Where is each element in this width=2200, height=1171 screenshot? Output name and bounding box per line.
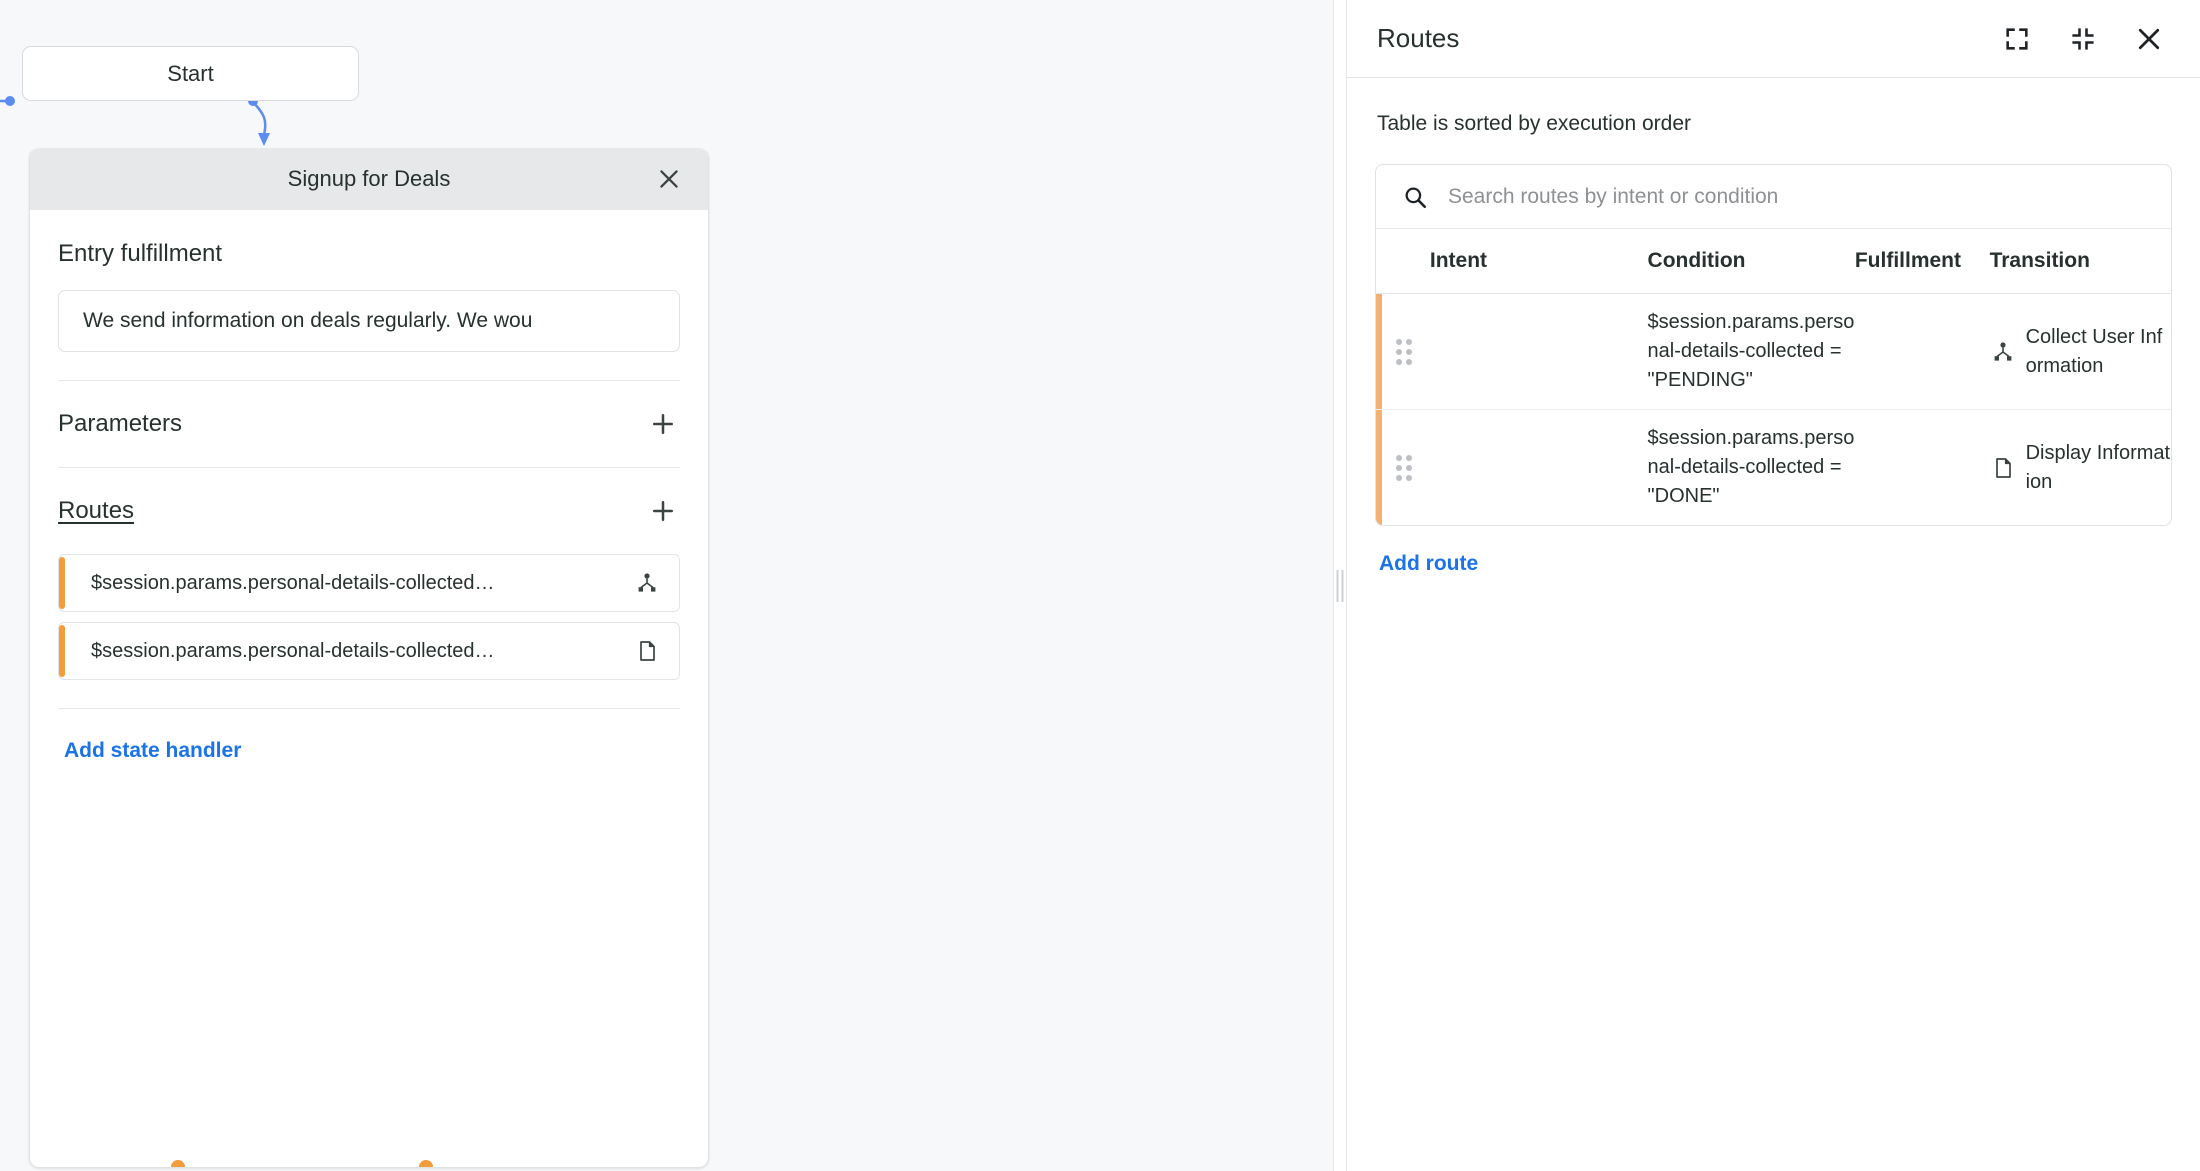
page-node-body: Entry fulfillment Parameters Routes (30, 210, 708, 763)
row-drag-handle-cell (1376, 409, 1430, 526)
cell-condition: $session.params.personal-details-collect… (1647, 293, 1855, 410)
table-row[interactable]: $session.params.personal-details-collect… (1376, 293, 2171, 410)
transition-label: Display Information (2025, 441, 2171, 493)
flow-canvas[interactable]: Start Signup for Deals Entry fulfillment (0, 0, 1333, 1171)
flow-branch-icon (633, 569, 661, 597)
entry-fulfillment-input[interactable] (58, 290, 680, 352)
page-node-card[interactable]: Signup for Deals Entry fulfillment Param… (29, 148, 709, 1168)
routes-table: Intent Condition Fulfillment Transition (1376, 229, 2171, 525)
panel-body: Table is sorted by execution order Searc… (1347, 78, 2200, 1171)
panel-title: Routes (1377, 23, 1460, 53)
transition-label: Collect User Information (2025, 325, 2163, 377)
column-condition: Condition (1647, 229, 1855, 294)
routes-side-panel: Routes Table is sorted by execution orde… (1347, 0, 2200, 1171)
row-drag-handle-cell (1376, 293, 1430, 410)
cell-fulfillment (1855, 410, 1990, 526)
output-handle-dot[interactable] (419, 1160, 433, 1167)
collapse-icon[interactable] (2066, 22, 2100, 56)
routes-table-body: $session.params.personal-details-collect… (1376, 293, 2171, 526)
flow-branch-icon (1990, 339, 2016, 365)
output-handle-dot[interactable] (171, 1160, 185, 1167)
resize-grip-icon (1336, 569, 1344, 602)
entry-fulfillment-label: Entry fulfillment (58, 240, 223, 267)
column-transition: Transition (1989, 229, 2171, 294)
add-state-handler-button[interactable]: Add state handler (64, 739, 241, 763)
add-route-button[interactable]: Add route (1379, 552, 1478, 576)
column-intent: Intent (1429, 229, 1648, 294)
drag-handle-icon[interactable] (1396, 338, 1412, 365)
add-route-row: Add route (1375, 526, 2172, 576)
parameters-label: Parameters (58, 410, 183, 437)
panel-actions (2000, 22, 2166, 56)
routes-table-container: Intent Condition Fulfillment Transition (1375, 164, 2172, 526)
cell-intent (1429, 293, 1648, 410)
table-row[interactable]: $session.params.personal-details-collect… (1376, 409, 2171, 526)
search-row (1376, 165, 2171, 229)
column-fulfillment: Fulfillment (1854, 229, 1990, 294)
route-chip-list: $session.params.personal-details-collect… (30, 554, 708, 680)
column-handle (1376, 229, 1430, 294)
search-icon (1400, 182, 1430, 212)
table-header-row: Intent Condition Fulfillment Transition (1376, 229, 2171, 294)
fullscreen-icon[interactable] (2000, 22, 2034, 56)
routes-label[interactable]: Routes (58, 497, 134, 525)
route-chip-condition: $session.params.personal-details-collect… (91, 571, 495, 594)
entry-fulfillment-field-wrap (30, 268, 708, 352)
cell-intent (1430, 410, 1648, 526)
panel-header: Routes (1347, 0, 2200, 78)
add-route-plus-icon[interactable] (646, 494, 680, 528)
page-title: Signup for Deals (287, 166, 451, 191)
search-input[interactable] (1448, 184, 2147, 209)
add-parameter-plus-icon[interactable] (646, 407, 680, 441)
cell-transition: Display Information (1990, 410, 2171, 526)
page-document-icon (633, 637, 661, 665)
close-icon[interactable] (2132, 22, 2166, 56)
parameters-section-header: Parameters (30, 381, 708, 467)
page-node-header: Signup for Deals (30, 148, 708, 210)
cell-transition: Collect User Information (1989, 293, 2171, 410)
cell-condition: $session.params.personal-details-collect… (1647, 427, 1855, 507)
route-chip[interactable]: $session.params.personal-details-collect… (58, 554, 680, 612)
page-document-icon (1990, 455, 2016, 481)
sort-note: Table is sorted by execution order (1377, 112, 1692, 135)
cell-fulfillment (1854, 293, 1990, 410)
start-node-label: Start (167, 60, 214, 86)
dialogflow-flow-builder: Start Signup for Deals Entry fulfillment (0, 0, 2200, 1171)
routes-section-header: Routes (30, 468, 708, 554)
close-icon[interactable] (654, 164, 684, 194)
route-chip[interactable]: $session.params.personal-details-collect… (58, 622, 680, 680)
add-state-handler-row: Add state handler (30, 709, 708, 763)
node-output-handles (30, 1160, 708, 1167)
start-node[interactable]: Start (22, 46, 359, 101)
panel-resize-handle[interactable] (1333, 0, 1347, 1171)
route-chip-condition: $session.params.personal-details-collect… (91, 639, 495, 662)
routes-table-head: Intent Condition Fulfillment Transition (1376, 229, 2171, 294)
drag-handle-icon[interactable] (1396, 454, 1412, 481)
